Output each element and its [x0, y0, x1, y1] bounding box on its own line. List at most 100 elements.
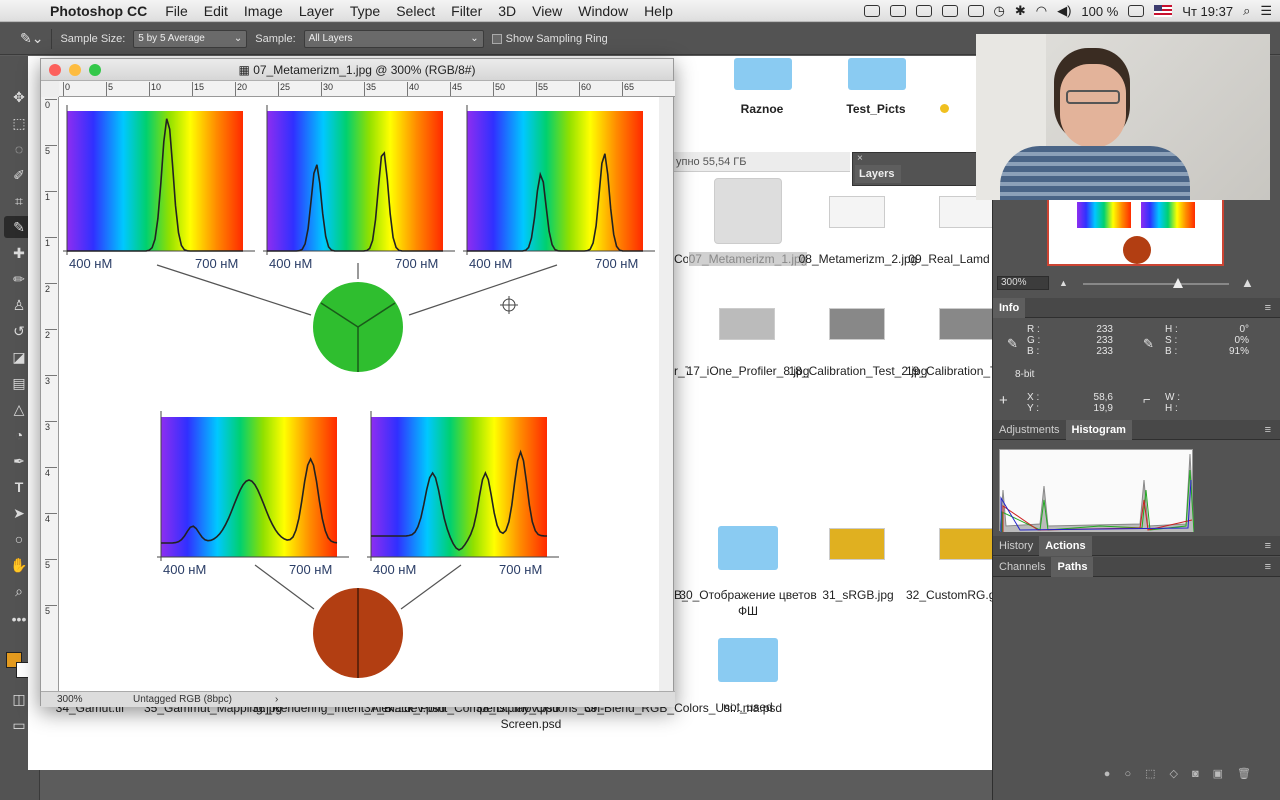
tab-history[interactable]: History: [993, 536, 1039, 556]
navigator-preview[interactable]: [1047, 196, 1224, 266]
eyedropper-icon[interactable]: ✎⌄: [20, 30, 43, 47]
document-title-bar[interactable]: ▦ 07_Metamerizm_1.jpg @ 300% (RGB/8#): [41, 59, 673, 81]
cut-label[interactable]: r_7: [674, 363, 688, 379]
panel-menu-icon[interactable]: ≡: [1259, 536, 1277, 556]
thumbnail-custom-rgb[interactable]: [939, 528, 995, 560]
panel-menu-icon[interactable]: ≡: [1259, 298, 1277, 318]
file-custom-rgb[interactable]: 32_CustomRG.g: [906, 587, 992, 603]
ruler-vertical[interactable]: 0 5 1 1 2 2 3 3 4 4 5 5: [41, 97, 59, 691]
app-menu[interactable]: Photoshop CC: [42, 3, 157, 19]
flag-icon[interactable]: [1154, 5, 1173, 17]
folder-icon[interactable]: [734, 58, 792, 90]
menu-help[interactable]: Help: [636, 3, 681, 19]
cut-label[interactable]: Co: [674, 251, 688, 267]
info-y: 19,9: [1093, 403, 1113, 414]
close-icon[interactable]: ×: [857, 153, 863, 164]
close-button[interactable]: [49, 64, 61, 76]
tab-actions[interactable]: Actions: [1039, 536, 1092, 556]
creative-cloud-icon[interactable]: [941, 5, 958, 17]
stroke-path-icon[interactable]: ○: [1124, 762, 1131, 786]
menu-window[interactable]: Window: [570, 3, 636, 19]
info-b: 233: [1096, 346, 1113, 357]
menu-3d[interactable]: 3D: [490, 3, 524, 19]
tab-channels[interactable]: Channels: [993, 557, 1051, 577]
zoom-button[interactable]: [89, 64, 101, 76]
sample-size-select[interactable]: 5 by 5 Average ⌄: [133, 29, 248, 48]
status-icon[interactable]: [863, 5, 880, 17]
tab-adjustments[interactable]: Adjustments: [993, 420, 1066, 440]
file-calibration-3[interactable]: 19_Calibration_Test_3.jpg: [906, 363, 992, 379]
ruler-horizontal[interactable]: 0 5 10 15 20 25 30 35 40 45 50 55 60 65: [59, 81, 675, 97]
wavelength-label: 700 нМ: [499, 562, 542, 577]
navigator-zoom-field[interactable]: 300%: [997, 276, 1049, 290]
wavelength-label: 400 нМ: [373, 562, 416, 577]
cut-label[interactable]: B_: [674, 587, 688, 603]
minimize-button[interactable]: [69, 64, 81, 76]
checkbox-icon: [491, 33, 502, 44]
clock[interactable]: Чт 19:37: [1182, 4, 1233, 19]
notification-center-icon[interactable]: ☰: [1260, 3, 1272, 19]
file-real-lamd[interactable]: 09_Real_Lamd: [906, 251, 992, 267]
thumbnail-calibration-3[interactable]: [939, 308, 995, 340]
tag-dot: [940, 104, 949, 113]
load-selection-icon[interactable]: ⬚: [1145, 762, 1155, 786]
tab-info[interactable]: Info: [993, 298, 1026, 318]
wavelength-label: 700 нМ: [195, 256, 238, 271]
trash-icon[interactable]: 🗑: [1237, 762, 1251, 786]
thumbnail-srgb[interactable]: [829, 528, 885, 560]
tab-histogram[interactable]: Histogram: [1065, 420, 1132, 440]
cloud-icon[interactable]: [967, 5, 984, 17]
wavelength-label: 400 нМ: [69, 256, 112, 271]
zoom-out-icon[interactable]: ▲: [1059, 278, 1068, 288]
add-mask-icon[interactable]: ◙: [1192, 762, 1199, 786]
folder-icon[interactable]: [848, 58, 906, 90]
new-path-icon[interactable]: ▣: [1213, 762, 1223, 786]
volume-icon[interactable]: ◀): [1057, 3, 1071, 19]
panel-menu-icon[interactable]: ≡: [1259, 420, 1277, 440]
thumbnail-calibration-2[interactable]: [829, 308, 885, 340]
zoom-level[interactable]: 300%: [57, 692, 83, 707]
tab-paths[interactable]: Paths: [1051, 557, 1094, 577]
tab-layers[interactable]: Layers: [855, 165, 901, 183]
wavelength-label: 700 нМ: [395, 256, 438, 271]
battery-text[interactable]: 100 %: [1081, 4, 1118, 19]
zoom-slider[interactable]: [1083, 283, 1229, 285]
menu-file[interactable]: File: [157, 3, 196, 19]
sampling-ring-label: Show Sampling Ring: [505, 32, 608, 45]
menu-image[interactable]: Image: [236, 3, 291, 19]
menu-view[interactable]: View: [524, 3, 570, 19]
thumbnail-metamerizm-2[interactable]: [829, 196, 885, 228]
folder-icon[interactable]: [718, 638, 778, 682]
make-work-path-icon[interactable]: ◇: [1170, 762, 1178, 786]
sync-icon[interactable]: [915, 5, 932, 17]
ruler-tick-label: 10: [149, 82, 161, 96]
status-menu-arrow-icon[interactable]: ›: [275, 692, 278, 707]
zoom-in-icon[interactable]: ▲: [1241, 275, 1254, 290]
search-icon[interactable]: ⌕: [1243, 3, 1250, 19]
menu-select[interactable]: Select: [388, 3, 443, 19]
menu-edit[interactable]: Edit: [196, 3, 236, 19]
time-machine-icon[interactable]: ◷: [994, 3, 1005, 19]
folder-test-picts[interactable]: Test_Picts: [806, 101, 946, 117]
ruler-tick-label: 65: [622, 82, 634, 96]
panel-menu-icon[interactable]: ≡: [1259, 557, 1277, 577]
thumbnail-metamerizm-1[interactable]: [714, 178, 782, 244]
info-s: 0%: [1234, 335, 1249, 346]
bluetooth-icon[interactable]: ✱: [1015, 3, 1026, 19]
dropbox-icon[interactable]: [889, 5, 906, 17]
thumbnail-real-lamd[interactable]: [939, 196, 995, 228]
wifi-icon[interactable]: ◠: [1036, 3, 1047, 19]
fill-path-icon[interactable]: ●: [1104, 762, 1111, 786]
sampling-ring-checkbox[interactable]: Show Sampling Ring: [491, 32, 608, 45]
metamerism-diagram: 400 нМ 700 нМ 400 нМ 700 нМ 400 нМ 700 нМ 400 …: [63, 105, 655, 678]
folder-icon[interactable]: [718, 526, 778, 570]
selection-size-icon: ⌐: [1143, 392, 1151, 407]
thumbnail-ione-profiler[interactable]: [719, 308, 775, 340]
sample-select[interactable]: All Layers ⌄: [303, 29, 484, 48]
menu-filter[interactable]: Filter: [443, 3, 490, 19]
menu-type[interactable]: Type: [342, 3, 388, 19]
info-g: 233: [1096, 335, 1113, 346]
info-panel-header[interactable]: Info ≡: [993, 298, 1280, 318]
menu-layer[interactable]: Layer: [291, 3, 342, 19]
image-canvas[interactable]: 400 нМ 700 нМ 400 нМ 700 нМ 400 нМ 700 нМ 400 …: [59, 97, 659, 691]
